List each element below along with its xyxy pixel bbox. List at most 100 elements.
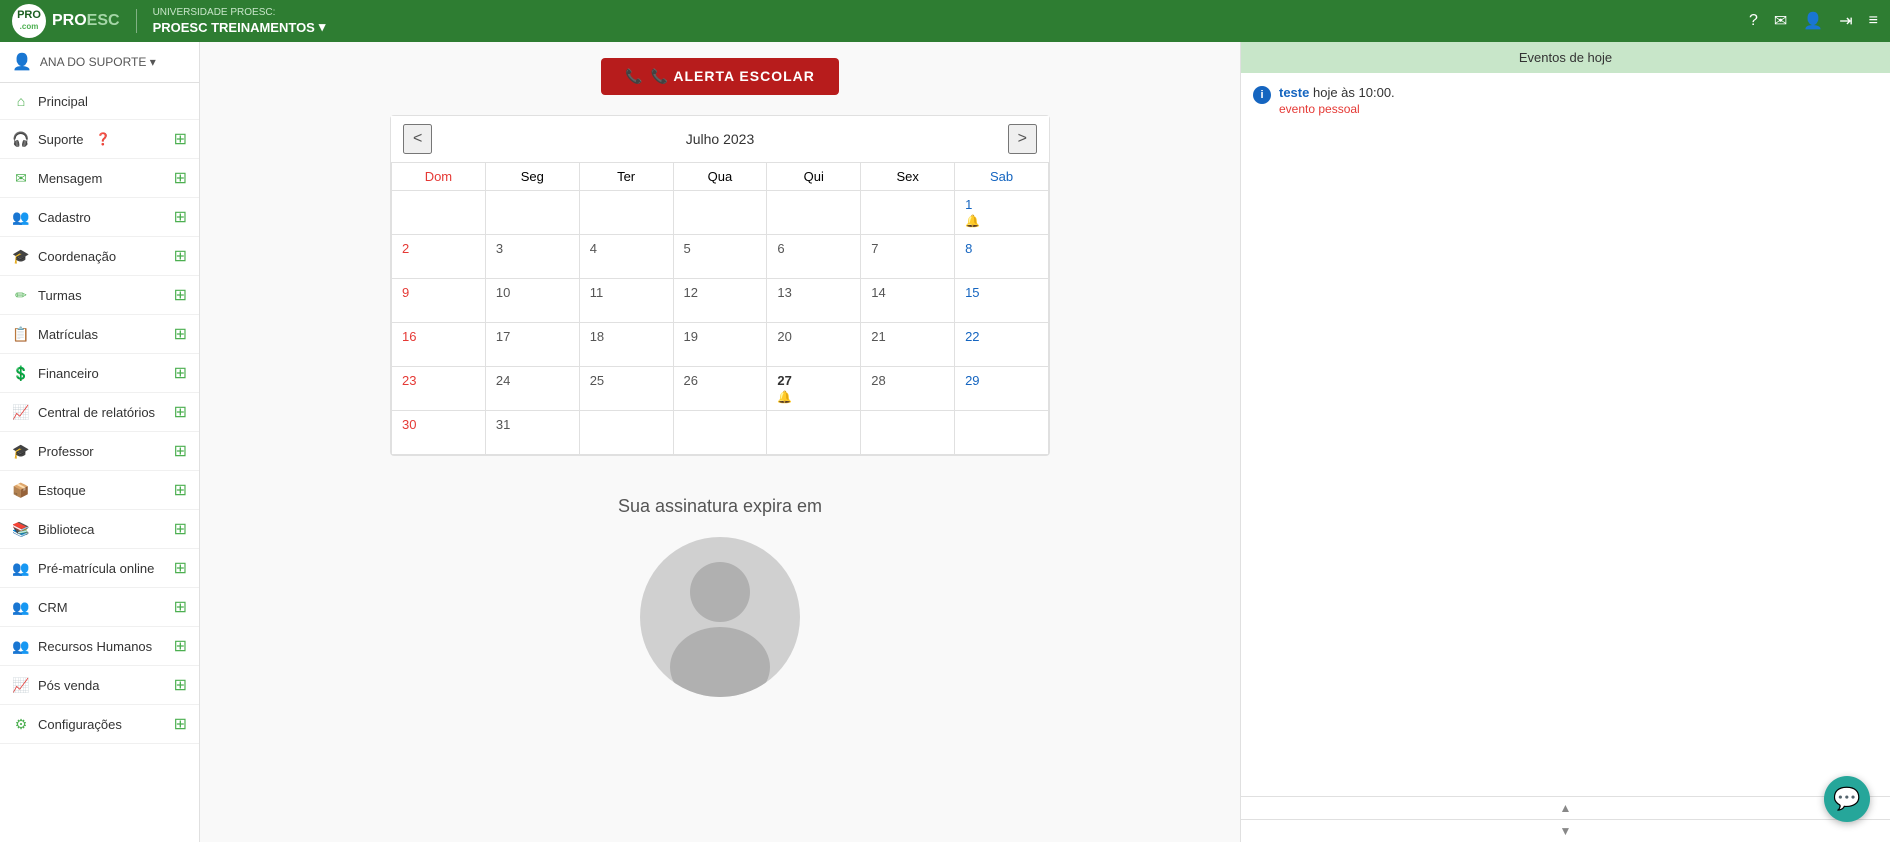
cal-day[interactable]: 17 <box>485 323 579 367</box>
event-tag: evento pessoal <box>1279 102 1395 116</box>
professor-plus-icon[interactable]: ⊞ <box>174 441 187 461</box>
user-icon[interactable]: 👤 <box>1803 11 1823 31</box>
cal-day[interactable] <box>767 411 861 455</box>
cal-day[interactable] <box>673 191 767 235</box>
financeiro-plus-icon[interactable]: ⊞ <box>174 363 187 383</box>
cal-day[interactable]: 21 <box>861 323 955 367</box>
sidebar-item-principal[interactable]: ⌂ Principal <box>0 83 199 120</box>
pre-matricula-plus-icon[interactable]: ⊞ <box>174 558 187 578</box>
sidebar-label-crm: CRM <box>38 600 68 615</box>
cal-day[interactable]: 19 <box>673 323 767 367</box>
calendar-prev-button[interactable]: < <box>403 124 432 154</box>
cal-day[interactable]: 22 <box>955 323 1049 367</box>
cal-day[interactable]: 11 <box>579 279 673 323</box>
event-text: teste hoje às 10:00. evento pessoal <box>1279 85 1395 116</box>
cal-day[interactable]: 10 <box>485 279 579 323</box>
cal-day[interactable]: 16 <box>392 323 486 367</box>
rh-plus-icon[interactable]: ⊞ <box>174 636 187 656</box>
cal-day[interactable]: 13 <box>767 279 861 323</box>
cal-day[interactable]: 5 <box>673 235 767 279</box>
pos-venda-plus-icon[interactable]: ⊞ <box>174 675 187 695</box>
sidebar-item-rh[interactable]: 👥 Recursos Humanos ⊞ <box>0 627 199 666</box>
cal-day[interactable]: 26 <box>673 367 767 411</box>
sidebar-item-professor[interactable]: 🎓 Professor ⊞ <box>0 432 199 471</box>
cal-day[interactable]: 20 <box>767 323 861 367</box>
top-bar-right: ? ✉ 👤 ⇥ ≡ <box>1749 11 1878 31</box>
menu-icon[interactable]: ≡ <box>1869 12 1878 30</box>
cal-day[interactable]: 4 <box>579 235 673 279</box>
cal-header-ter: Ter <box>579 163 673 191</box>
cal-day[interactable] <box>955 411 1049 455</box>
sidebar-item-relatorios[interactable]: 📈 Central de relatórios ⊞ <box>0 393 199 432</box>
cal-day[interactable]: 30 <box>392 411 486 455</box>
cal-day[interactable] <box>392 191 486 235</box>
cal-day[interactable]: 9 <box>392 279 486 323</box>
cal-day[interactable]: 25 <box>579 367 673 411</box>
scroll-down-button[interactable]: ▼ <box>1241 819 1890 842</box>
main-content: 📞 📞 ALERTA ESCOLAR < Julho 2023 > Dom Se… <box>200 42 1240 842</box>
sidebar-item-biblioteca[interactable]: 📚 Biblioteca ⊞ <box>0 510 199 549</box>
exit-icon[interactable]: ⇥ <box>1839 11 1852 31</box>
sidebar-item-cadastro[interactable]: 👥 Cadastro ⊞ <box>0 198 199 237</box>
sidebar-item-coordenacao[interactable]: 🎓 Coordenação ⊞ <box>0 237 199 276</box>
suporte-plus-icon[interactable]: ⊞ <box>174 129 187 149</box>
mail-icon[interactable]: ✉ <box>1774 11 1787 31</box>
sidebar-item-estoque[interactable]: 📦 Estoque ⊞ <box>0 471 199 510</box>
sidebar-item-suporte[interactable]: 🎧 Suporte ❓ ⊞ <box>0 120 199 159</box>
cal-day[interactable]: 12 <box>673 279 767 323</box>
sidebar-item-matriculas[interactable]: 📋 Matrículas ⊞ <box>0 315 199 354</box>
mensagem-plus-icon[interactable]: ⊞ <box>174 168 187 188</box>
chat-button[interactable]: 💬 <box>1824 776 1870 822</box>
event-info-icon: i <box>1253 86 1271 104</box>
cal-day[interactable] <box>579 411 673 455</box>
uni-name[interactable]: PROESC TREINAMENTOS ▾ <box>153 19 326 35</box>
cal-day[interactable] <box>579 191 673 235</box>
alert-escolar-button[interactable]: 📞 📞 ALERTA ESCOLAR <box>601 58 839 95</box>
cal-day[interactable]: 1🔔 <box>955 191 1049 235</box>
sidebar-item-crm[interactable]: 👥 CRM ⊞ <box>0 588 199 627</box>
sidebar-item-financeiro[interactable]: 💲 Financeiro ⊞ <box>0 354 199 393</box>
calendar-next-button[interactable]: > <box>1008 124 1037 154</box>
cal-day-today[interactable]: 27🔔 <box>767 367 861 411</box>
cal-day[interactable]: 23 <box>392 367 486 411</box>
cal-day[interactable]: 31 <box>485 411 579 455</box>
scroll-up-button[interactable]: ▲ <box>1241 796 1890 819</box>
cal-day[interactable] <box>861 191 955 235</box>
cal-day[interactable] <box>485 191 579 235</box>
estoque-plus-icon[interactable]: ⊞ <box>174 480 187 500</box>
chat-icon: 💬 <box>1833 786 1860 812</box>
matriculas-plus-icon[interactable]: ⊞ <box>174 324 187 344</box>
sidebar-item-mensagem[interactable]: ✉ Mensagem ⊞ <box>0 159 199 198</box>
brand-name: PROESC <box>52 12 120 30</box>
cadastro-plus-icon[interactable]: ⊞ <box>174 207 187 227</box>
cal-day[interactable]: 18 <box>579 323 673 367</box>
cal-day[interactable]: 7 <box>861 235 955 279</box>
sidebar-item-pre-matricula[interactable]: 👥 Pré-matrícula online ⊞ <box>0 549 199 588</box>
cal-day[interactable]: 24 <box>485 367 579 411</box>
sidebar-item-configuracoes[interactable]: ⚙ Configurações ⊞ <box>0 705 199 744</box>
configuracoes-plus-icon[interactable]: ⊞ <box>174 714 187 734</box>
help-circle-icon[interactable]: ❓ <box>96 132 111 146</box>
cal-day[interactable]: 8 <box>955 235 1049 279</box>
sidebar-item-pos-venda[interactable]: 📈 Pós venda ⊞ <box>0 666 199 705</box>
crm-plus-icon[interactable]: ⊞ <box>174 597 187 617</box>
cal-day[interactable] <box>767 191 861 235</box>
relatorios-plus-icon[interactable]: ⊞ <box>174 402 187 422</box>
turmas-plus-icon[interactable]: ⊞ <box>174 285 187 305</box>
help-icon[interactable]: ? <box>1749 12 1758 30</box>
uni-info: UNIVERSIDADE PROESC: PROESC TREINAMENTOS… <box>153 7 326 35</box>
sidebar-user[interactable]: 👤 ANA DO SUPORTE ▾ <box>0 42 199 83</box>
cal-day[interactable]: 2 <box>392 235 486 279</box>
biblioteca-plus-icon[interactable]: ⊞ <box>174 519 187 539</box>
cal-day[interactable]: 29 <box>955 367 1049 411</box>
coordenacao-plus-icon[interactable]: ⊞ <box>174 246 187 266</box>
cal-day[interactable]: 3 <box>485 235 579 279</box>
cal-day[interactable] <box>673 411 767 455</box>
cal-day[interactable]: 28 <box>861 367 955 411</box>
cal-day[interactable]: 15 <box>955 279 1049 323</box>
cal-day[interactable]: 6 <box>767 235 861 279</box>
cal-day[interactable] <box>861 411 955 455</box>
sidebar-item-turmas[interactable]: ✏ Turmas ⊞ <box>0 276 199 315</box>
cal-day[interactable]: 14 <box>861 279 955 323</box>
cal-header-qua: Qua <box>673 163 767 191</box>
